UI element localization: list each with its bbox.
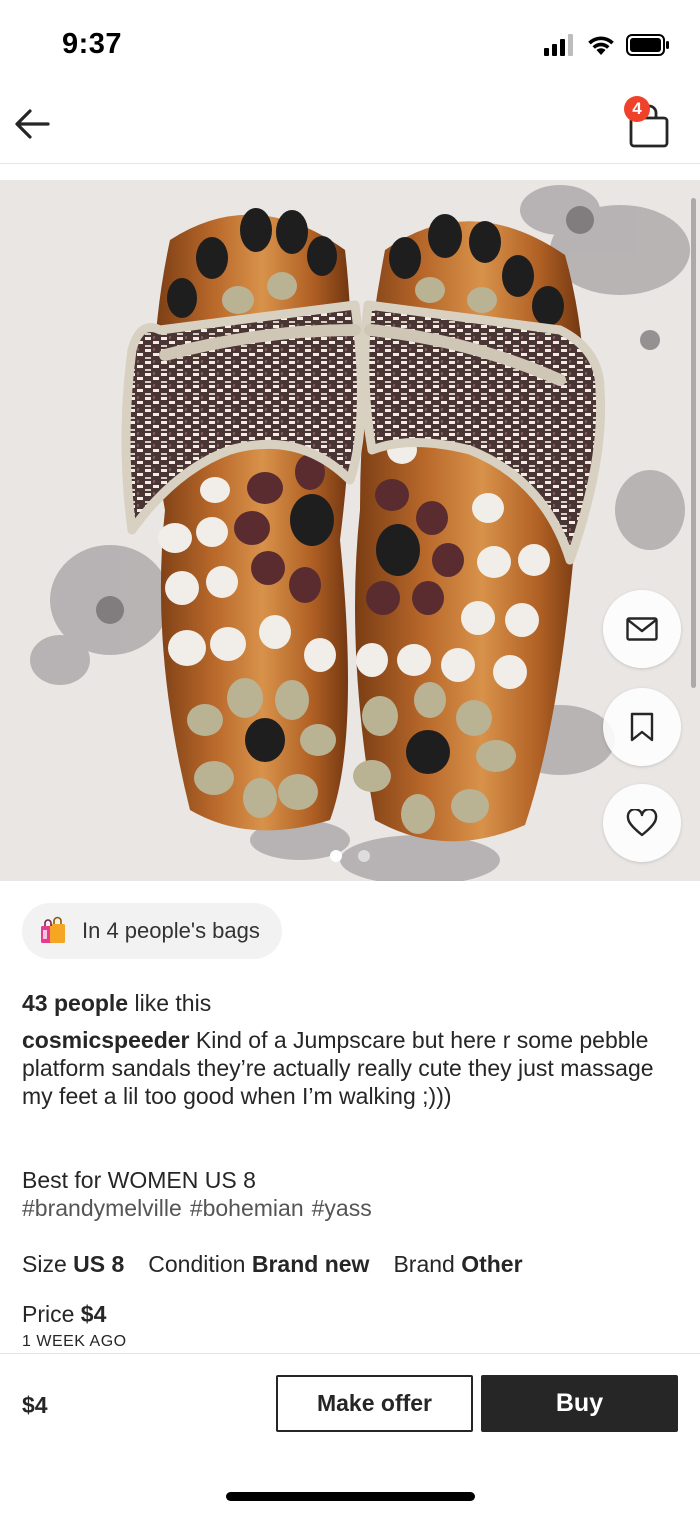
- condition-value: Brand new: [251, 1251, 370, 1277]
- in-bags-text: In 4 people's bags: [82, 918, 260, 943]
- make-offer-button[interactable]: Make offer: [276, 1375, 473, 1432]
- product-image: [30, 185, 690, 881]
- listing-attributes: Size US 8 Condition Brand new Brand Othe…: [22, 1250, 523, 1278]
- status-time: 9:37: [62, 28, 123, 60]
- home-indicator[interactable]: [226, 1492, 475, 1501]
- brand-attribute[interactable]: Brand Other: [393, 1250, 522, 1278]
- product-photo[interactable]: [0, 180, 700, 881]
- bottom-action-bar: $4 Make offer Buy: [0, 1353, 700, 1515]
- bottom-price: $4: [22, 1392, 48, 1418]
- status-icons: [544, 33, 670, 57]
- likes-line[interactable]: 43 people like this: [22, 990, 211, 1017]
- hashtag[interactable]: #yass: [312, 1194, 372, 1222]
- best-for: Best for WOMEN US 8: [22, 1167, 256, 1193]
- battery-icon: [626, 34, 669, 56]
- bag-count-badge: 4: [624, 96, 650, 122]
- hashtag[interactable]: #bohemian: [190, 1194, 304, 1222]
- price-attribute: Price $4: [22, 1300, 106, 1328]
- brand-label: Brand: [393, 1251, 455, 1277]
- scrollbar[interactable]: [691, 198, 696, 688]
- back-button[interactable]: [8, 100, 56, 148]
- listing-description: cosmicspeeder Kind of a Jumpscare but he…: [22, 1026, 672, 1110]
- carousel-dots: [0, 850, 700, 862]
- likes-count: 43 people: [22, 990, 129, 1016]
- hashtags: #brandymelville #bohemian #yass: [22, 1194, 372, 1222]
- likes-suffix: like this: [128, 990, 212, 1016]
- price-value: $4: [80, 1301, 107, 1327]
- shopping-bags-icon: [41, 916, 65, 943]
- condition-attribute: Condition Brand new: [148, 1250, 369, 1278]
- bookmark-icon: [630, 712, 654, 742]
- wifi-icon: [588, 36, 614, 55]
- message-button[interactable]: [603, 590, 681, 668]
- size-attribute: Size US 8: [22, 1250, 124, 1278]
- hashtag[interactable]: #brandymelville: [22, 1194, 182, 1222]
- top-nav: 4: [0, 88, 700, 164]
- brand-value: Other: [461, 1251, 523, 1277]
- price-label: Price: [22, 1301, 75, 1327]
- signal-icon: [544, 34, 573, 56]
- condition-label: Condition: [148, 1251, 246, 1277]
- carousel-dot[interactable]: [358, 850, 370, 862]
- posted-time: 1 WEEK AGO: [22, 1333, 127, 1350]
- size-label: Size: [22, 1251, 67, 1277]
- save-button[interactable]: [603, 688, 681, 766]
- shopping-bag-button[interactable]: 4: [622, 96, 678, 152]
- buy-button[interactable]: Buy: [481, 1375, 678, 1432]
- heart-icon: [626, 809, 658, 837]
- size-value: US 8: [73, 1251, 125, 1277]
- envelope-icon: [626, 617, 658, 641]
- seller-username[interactable]: cosmicspeeder: [22, 1027, 189, 1053]
- carousel-dot[interactable]: [330, 850, 342, 862]
- in-bags-pill: In 4 people's bags: [22, 903, 282, 959]
- status-bar: 9:37: [0, 0, 700, 88]
- back-arrow-icon: [15, 109, 50, 139]
